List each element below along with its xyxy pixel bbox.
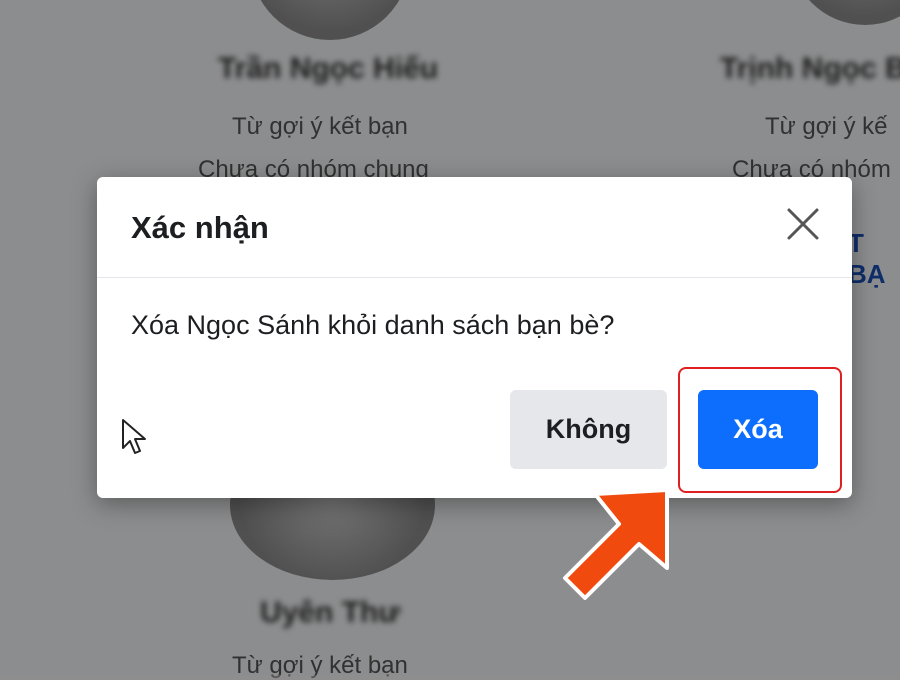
mouse-cursor-icon xyxy=(122,419,146,454)
close-icon xyxy=(787,208,819,240)
dialog-header: Xác nhận xyxy=(97,177,852,278)
confirm-button-highlight xyxy=(678,367,842,493)
dialog-title: Xác nhận xyxy=(131,210,269,245)
dialog-message: Xóa Ngọc Sánh khỏi danh sách bạn bè? xyxy=(131,310,615,340)
close-button[interactable] xyxy=(784,205,822,243)
cancel-button[interactable]: Không xyxy=(510,390,667,469)
pointer-arrow-icon xyxy=(563,488,669,600)
